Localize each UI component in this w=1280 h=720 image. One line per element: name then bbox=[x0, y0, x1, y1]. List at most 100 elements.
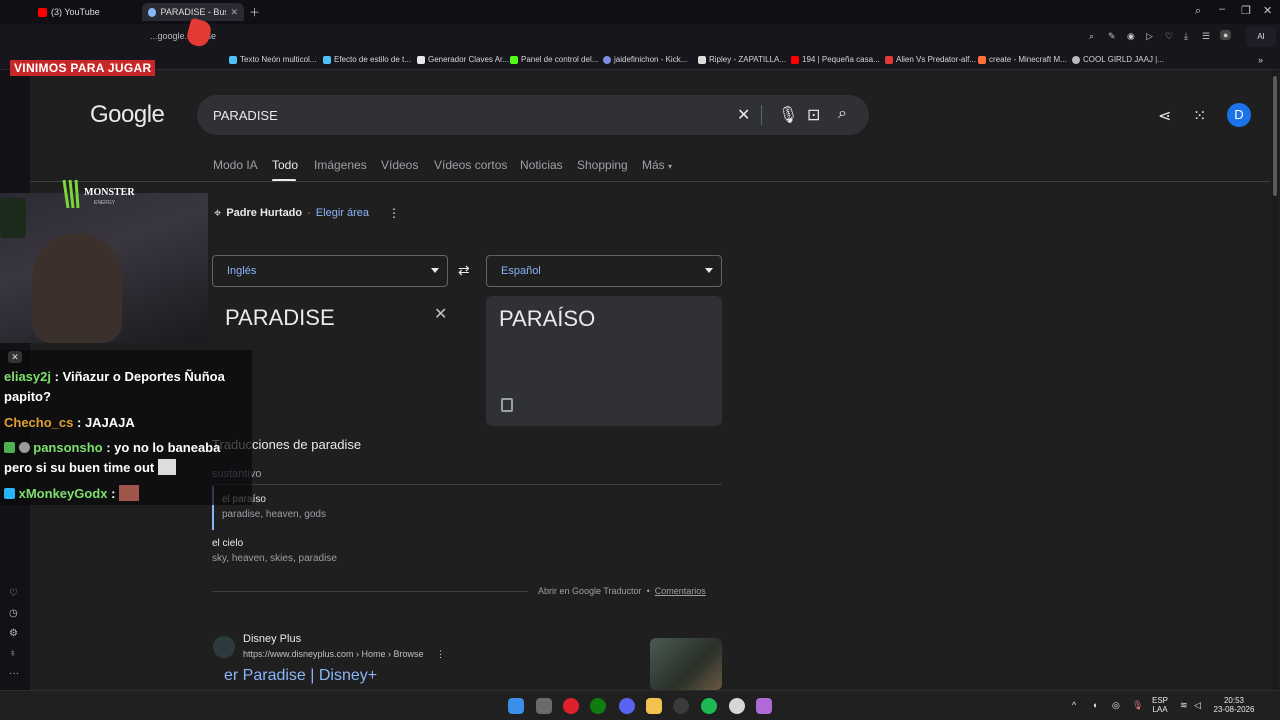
heart-icon[interactable]: ♡ bbox=[1165, 31, 1173, 42]
menu-icon[interactable]: ☰ bbox=[1202, 31, 1210, 42]
app-icon[interactable] bbox=[729, 698, 745, 714]
clear-search-icon[interactable]: ✕ bbox=[737, 105, 750, 125]
file-explorer-icon[interactable] bbox=[646, 698, 662, 714]
search-input[interactable]: PARADISE bbox=[213, 108, 278, 123]
open-translate-link[interactable]: Abrir en Google Traductor bbox=[538, 586, 642, 596]
close-chat-icon[interactable]: ✕ bbox=[8, 351, 22, 363]
clear-source-icon[interactable]: ✕ bbox=[434, 304, 447, 324]
feedback-link[interactable]: Comentarios bbox=[655, 586, 706, 596]
play-icon[interactable]: ▷ bbox=[1146, 31, 1153, 42]
swap-languages-icon[interactable]: ⇄ bbox=[458, 262, 470, 279]
chat-text: : JAJAJA bbox=[77, 415, 135, 430]
minimize-icon[interactable]: – bbox=[1219, 3, 1225, 15]
source-language-select[interactable]: Inglés bbox=[212, 255, 448, 287]
xbox-icon[interactable] bbox=[590, 698, 606, 714]
result-site-name[interactable]: Disney Plus bbox=[243, 633, 301, 645]
tab-youtube[interactable]: (3) YouTube bbox=[32, 3, 138, 21]
tab-noticias[interactable]: Noticias bbox=[520, 158, 563, 172]
bookmark-item[interactable]: create - Minecraft M... bbox=[978, 55, 1067, 64]
chevron-down-icon: ▾ bbox=[668, 162, 673, 171]
obs-icon[interactable] bbox=[673, 698, 689, 714]
choose-area-link[interactable]: Elegir área bbox=[316, 207, 369, 219]
profile-icon[interactable]: ● bbox=[1220, 30, 1232, 40]
translation-output: PARAÍSO bbox=[486, 296, 722, 426]
bookmark-item[interactable]: jaidefinichon - Kick... bbox=[603, 55, 687, 64]
bookmark-item[interactable]: Panel de control del... bbox=[510, 55, 598, 64]
result-title-link[interactable]: er Paradise | Disney+ bbox=[224, 667, 377, 685]
bookmark-item[interactable]: Generador Claves Ar... bbox=[417, 55, 509, 64]
app-icon[interactable] bbox=[756, 698, 772, 714]
language-indicator[interactable]: ESP LAA bbox=[1152, 696, 1168, 714]
wifi-icon[interactable]: ≋ bbox=[1180, 700, 1188, 711]
source-text-input[interactable]: PARADISE bbox=[225, 305, 335, 331]
result-url[interactable]: https://www.disneyplus.com › Home › Brow… bbox=[243, 649, 445, 660]
ai-button[interactable]: AI bbox=[1246, 27, 1276, 47]
clock-time: 20:53 bbox=[1223, 696, 1245, 705]
tab-videos-cortos[interactable]: Vídeos cortos bbox=[434, 158, 507, 172]
new-tab-icon[interactable]: ＋ bbox=[249, 4, 260, 20]
scrollbar-thumb[interactable] bbox=[1273, 76, 1277, 196]
translation-entry[interactable]: el cielo sky, heaven, skies, paradise bbox=[212, 538, 722, 564]
lightbulb-icon[interactable]: ♁ bbox=[9, 648, 17, 659]
translation-entry[interactable]: el paraíso paradise, heaven, gods bbox=[222, 494, 732, 520]
more-options-icon[interactable]: ⋮ bbox=[388, 206, 400, 220]
tray-chevron-icon[interactable]: ^ bbox=[1072, 700, 1076, 710]
tab-imagenes[interactable]: Imágenes bbox=[314, 158, 367, 172]
share-icon[interactable]: ⋖ bbox=[1158, 106, 1171, 126]
more-options-icon[interactable]: ⋮ bbox=[436, 649, 445, 659]
microphone-icon[interactable]: 🎙 bbox=[1132, 700, 1143, 711]
tab-todo[interactable]: Todo bbox=[272, 158, 298, 172]
opera-gx-icon[interactable] bbox=[563, 698, 579, 714]
tab-shopping[interactable]: Shopping bbox=[577, 158, 628, 172]
bookmark-item[interactable]: Ripley - ZAPATILLA... bbox=[698, 55, 786, 64]
clock[interactable]: 20:53 23-08-2026 bbox=[1212, 696, 1256, 714]
tab-videos[interactable]: Vídeos bbox=[381, 158, 418, 172]
steam-icon[interactable]: ◎ bbox=[1112, 700, 1120, 711]
target-language-select[interactable]: Español bbox=[486, 255, 722, 287]
tray-app-icon[interactable]: ◐ bbox=[1093, 700, 1098, 710]
bookmark-item[interactable]: Efecto de estilo de t... bbox=[323, 55, 411, 64]
bookmark-icon bbox=[417, 55, 425, 64]
discord-icon[interactable] bbox=[619, 698, 635, 714]
bookmark-item[interactable]: 194 | Pequeña casa... bbox=[791, 55, 880, 64]
bookmark-item[interactable]: COOL GIRLD JAAJ |... bbox=[1072, 55, 1164, 64]
badge-icon bbox=[18, 442, 30, 453]
tab-mas[interactable]: Más ▾ bbox=[642, 158, 672, 172]
edit-icon[interactable]: ✎ bbox=[1108, 31, 1116, 42]
close-tab-icon[interactable]: ✕ bbox=[230, 7, 238, 18]
google-icon bbox=[148, 7, 157, 17]
account-avatar[interactable]: D bbox=[1227, 103, 1251, 127]
search-tabs-icon[interactable]: ⌕ bbox=[1195, 5, 1201, 18]
result-thumbnail[interactable] bbox=[650, 638, 722, 690]
history-icon[interactable]: ◷ bbox=[9, 608, 18, 619]
slogan-banner: VINIMOS PARA JUGAR bbox=[10, 60, 156, 76]
chat-text: : bbox=[111, 486, 116, 501]
volume-icon[interactable]: ◁ bbox=[1194, 700, 1201, 711]
apps-grid-icon[interactable]: ⁙ bbox=[1193, 106, 1206, 126]
bookmark-item[interactable]: Texto Neón multicol... bbox=[229, 55, 316, 64]
google-logo[interactable]: Google bbox=[90, 101, 165, 129]
more-icon[interactable]: ··· bbox=[9, 668, 19, 679]
entry-word: el paraíso bbox=[222, 494, 732, 505]
camera-icon[interactable]: ◉ bbox=[1127, 31, 1135, 42]
search-icon[interactable]: ⌕ bbox=[838, 105, 847, 123]
download-icon[interactable]: ⤓ bbox=[1184, 31, 1188, 42]
maximize-icon[interactable]: ❐ bbox=[1241, 4, 1251, 17]
start-icon[interactable] bbox=[508, 698, 524, 714]
tab-modo-ia[interactable]: Modo IA bbox=[213, 158, 258, 172]
copy-icon[interactable] bbox=[501, 398, 513, 412]
bookmark-item[interactable]: Alien Vs Predator-alf... bbox=[885, 55, 976, 64]
task-view-icon[interactable] bbox=[536, 698, 552, 714]
microphone-icon[interactable]: 🎙 bbox=[778, 105, 798, 125]
bookmarks-bar: Texto Neón multicol... Efecto de estilo … bbox=[0, 52, 1280, 70]
settings-icon[interactable]: ⚙ bbox=[9, 628, 18, 639]
lens-icon[interactable]: ⊡ bbox=[807, 105, 820, 125]
location-pin-icon: ⌖ bbox=[214, 205, 222, 220]
zoom-icon[interactable]: ⌕ bbox=[1089, 31, 1094, 42]
language-code: ESP bbox=[1152, 696, 1169, 705]
bookmarks-overflow-icon[interactable]: » bbox=[1258, 55, 1263, 65]
search-box[interactable]: PARADISE ✕ 🎙 ⊡ ⌕ bbox=[197, 95, 869, 135]
spotify-icon[interactable] bbox=[701, 698, 717, 714]
heart-icon[interactable]: ♡ bbox=[9, 588, 18, 599]
close-window-icon[interactable]: ✕ bbox=[1263, 4, 1272, 17]
